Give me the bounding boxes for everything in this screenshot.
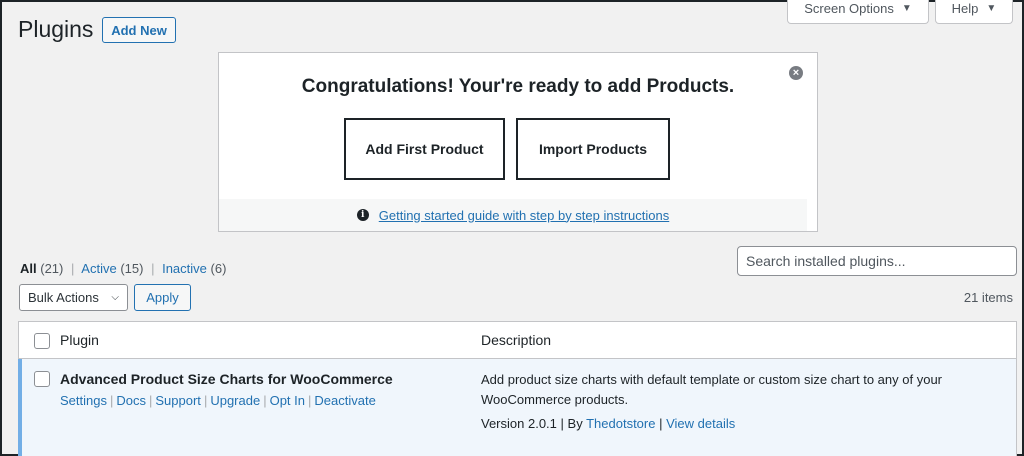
docs-link[interactable]: Docs (116, 393, 146, 408)
plugins-table: Plugin Description Advanced Product Size… (18, 321, 1017, 456)
row-checkbox[interactable] (34, 371, 50, 387)
help-label: Help (951, 1, 979, 16)
items-count: 21 items (963, 290, 1013, 305)
caret-down-icon: ▼ (901, 3, 912, 14)
close-icon[interactable]: × (789, 66, 803, 80)
action-separator: | (203, 393, 208, 408)
filter-active-count: (15) (120, 261, 144, 276)
plugin-version: Version 2.0.1 (481, 416, 557, 431)
apply-button[interactable]: Apply (134, 284, 191, 311)
action-separator: | (308, 393, 312, 408)
add-first-product-button[interactable]: Add First Product (344, 118, 505, 180)
screen-options-label: Screen Options (804, 1, 894, 16)
caret-down-icon: ▼ (986, 3, 997, 14)
bulk-actions-label: Bulk Actions (28, 290, 99, 305)
filter-inactive[interactable]: Inactive (162, 261, 207, 276)
filter-separator: | (151, 261, 155, 276)
notice-title: Congratulations! Your're ready to add Pr… (301, 76, 735, 97)
screen-options-button[interactable]: Screen Options ▼ (787, 0, 929, 24)
deactivate-link[interactable]: Deactivate (314, 393, 375, 408)
action-separator: | (263, 393, 267, 408)
chevron-down-icon: ⌵ (111, 292, 119, 303)
filter-inactive-count: (6) (210, 261, 227, 276)
woocommerce-notice: Congratulations! Your're ready to add Pr… (218, 52, 818, 232)
table-row: Advanced Product Size Charts for WooComm… (18, 359, 1016, 456)
meta-separator: | (560, 416, 564, 431)
column-description: Description (481, 332, 552, 348)
info-icon: i (356, 209, 369, 221)
view-details-link[interactable]: View details (666, 416, 735, 431)
select-all-checkbox[interactable] (34, 333, 50, 349)
filter-all[interactable]: All (20, 261, 37, 276)
plugin-meta: Version 2.0.1 | By Thedotstore | View de… (481, 416, 735, 431)
by-label: By (567, 416, 583, 431)
filter-active[interactable]: Active (81, 261, 116, 276)
help-button[interactable]: Help ▼ (935, 0, 1013, 24)
import-products-button[interactable]: Import Products (516, 118, 670, 180)
plugin-name: Advanced Product Size Charts for WooComm… (60, 371, 393, 387)
column-plugin[interactable]: Plugin (60, 332, 99, 348)
page-title: Plugins (18, 16, 94, 42)
settings-link[interactable]: Settings (60, 393, 107, 408)
search-plugins-input[interactable] (737, 246, 1017, 276)
getting-started-link[interactable]: Getting started guide with step by step … (379, 208, 670, 223)
action-separator: | (109, 393, 114, 408)
row-actions: Settings | Docs | Support | Upgrade | Opt In | Dea… (60, 393, 376, 408)
plugin-description: Add product size charts with default tem… (481, 372, 942, 407)
plugin-status-filters: All (21) | Active (15) | Inactive (6) (20, 261, 226, 276)
table-header: Plugin Description (19, 322, 1016, 359)
author-link[interactable]: Thedotstore (586, 416, 655, 431)
notice-footer: i Getting started guide with step by ste… (219, 199, 807, 231)
filter-separator: | (71, 261, 75, 276)
meta-separator: | (659, 416, 663, 431)
opt-in-link[interactable]: Opt In (270, 393, 305, 408)
filter-all-count: (21) (40, 261, 64, 276)
add-new-button[interactable]: Add New (102, 17, 176, 43)
support-link[interactable]: Support (155, 393, 201, 408)
screen-meta-tabs: Screen Options ▼ Help ▼ (787, 0, 1013, 24)
upgrade-link[interactable]: Upgrade (210, 393, 260, 408)
bulk-actions-select[interactable]: Bulk Actions ⌵ (19, 284, 128, 311)
action-separator: | (149, 393, 153, 408)
